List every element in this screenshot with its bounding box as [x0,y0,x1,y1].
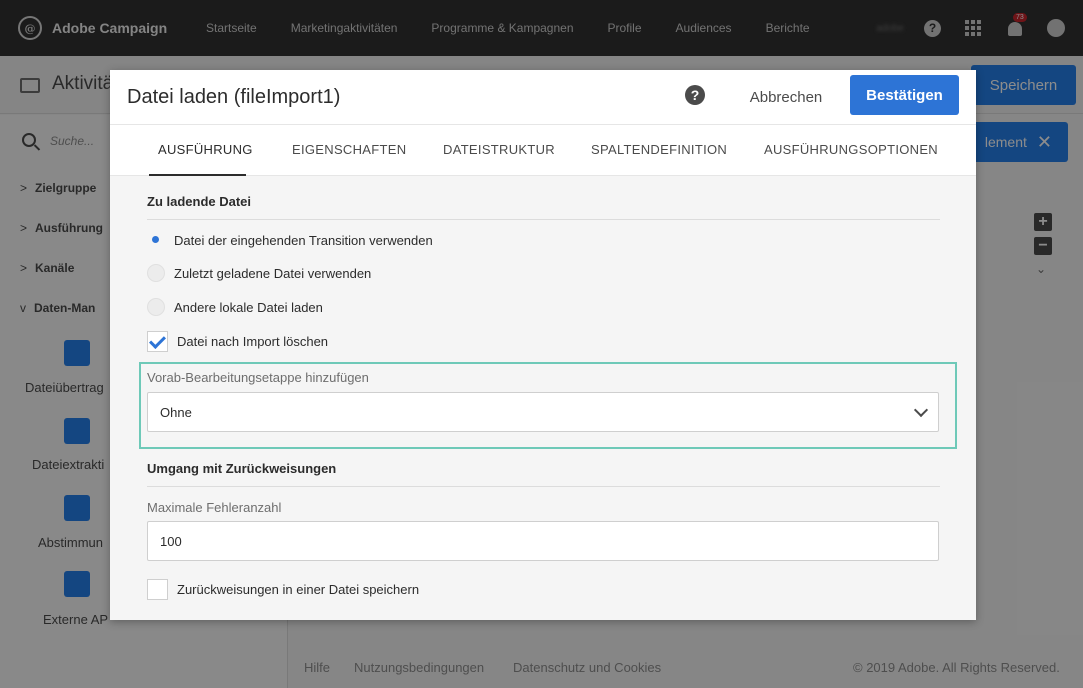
tab-ausfuehrungsoptionen[interactable]: AUSFÜHRUNGSOPTIONEN [764,142,938,157]
delete-after-import-checkbox[interactable] [147,331,168,352]
dialog-title: Datei laden (fileImport1) [127,86,341,108]
max-errors-label: Maximale Fehleranzahl [147,500,282,515]
save-rejects-checkbox-row[interactable]: Zurückweisungen in einer Datei speichern [147,579,419,600]
radio-incoming-transition[interactable]: Datei der eingehenden Transition verwend… [147,231,433,249]
section-title-file: Zu ladende Datei [147,194,252,209]
save-rejects-checkbox[interactable] [147,579,168,600]
delete-after-import-checkbox-row[interactable]: Datei nach Import löschen [147,331,328,352]
file-import-dialog: Datei laden (fileImport1) ? Abbrechen Be… [110,70,976,620]
max-errors-input[interactable] [147,521,939,561]
radio-other-local-file[interactable]: Andere lokale Datei laden [147,298,323,316]
active-tab-indicator [149,174,246,176]
confirm-button[interactable]: Bestätigen [850,75,959,115]
chevron-down-icon [913,402,929,418]
tab-dateistruktur[interactable]: DATEISTRUKTUR [443,142,555,157]
tab-spaltendefinition[interactable]: SPALTENDEFINITION [591,142,727,157]
tab-ausfuehrung[interactable]: AUSFÜHRUNG [158,142,253,157]
dialog-header: Datei laden (fileImport1) ? Abbrechen Be… [110,70,976,124]
tab-eigenschaften[interactable]: EIGENSCHAFTEN [292,142,406,157]
preprocessing-select[interactable]: Ohne [147,392,939,432]
help-icon[interactable]: ? [685,85,705,105]
divider [147,219,940,220]
radio-button-selected[interactable] [147,231,165,249]
preprocessing-label: Vorab-Bearbeitungsetappe hinzufügen [147,370,369,385]
dialog-tabs: AUSFÜHRUNG EIGENSCHAFTEN DATEISTRUKTUR S… [110,124,976,176]
radio-button[interactable] [147,264,165,282]
radio-last-loaded[interactable]: Zuletzt geladene Datei verwenden [147,264,371,282]
divider [147,486,940,487]
radio-button[interactable] [147,298,165,316]
cancel-button[interactable]: Abbrechen [730,82,842,112]
section-title-rejects: Umgang mit Zurückweisungen [147,461,337,476]
